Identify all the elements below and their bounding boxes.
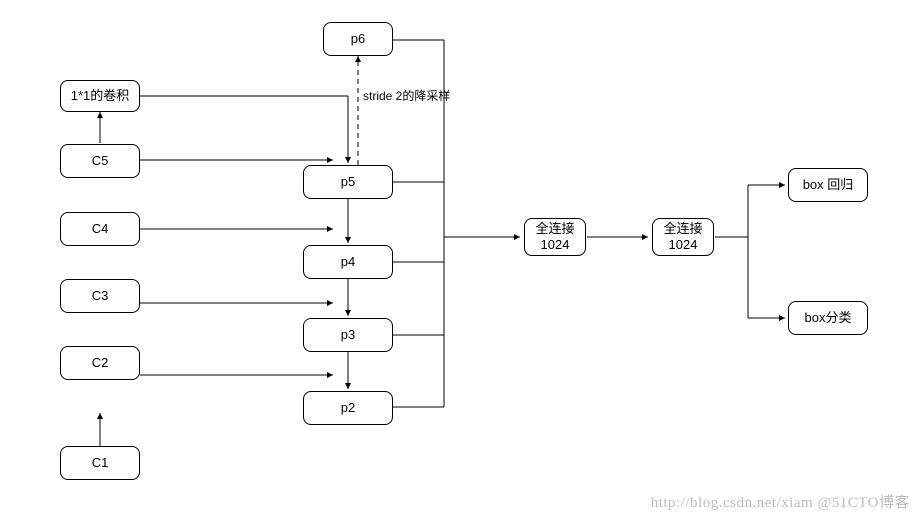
node-label: C5 (92, 153, 109, 169)
node-conv-1x1: 1*1的卷积 (60, 80, 140, 112)
label-stride2: stride 2的降采样 (363, 87, 450, 104)
node-label: 全连接 1024 (663, 221, 702, 252)
node-label: box分类 (805, 310, 852, 326)
node-label: box 回归 (803, 177, 854, 193)
node-p6: p6 (323, 22, 393, 56)
node-fc1: 全连接 1024 (524, 218, 586, 256)
node-c3: C3 (60, 279, 140, 313)
node-label: C1 (92, 455, 109, 471)
node-label: p6 (351, 31, 365, 47)
node-p4: p4 (303, 245, 393, 279)
node-c4: C4 (60, 212, 140, 246)
node-label: p4 (341, 254, 355, 270)
node-label: 1*1的卷积 (71, 88, 130, 104)
node-fc2: 全连接 1024 (652, 218, 714, 256)
node-p2: p2 (303, 391, 393, 425)
node-p5: p5 (303, 165, 393, 199)
node-p3: p3 (303, 318, 393, 352)
node-box-classification: box分类 (788, 301, 868, 335)
node-label: C3 (92, 288, 109, 304)
node-label: p3 (341, 327, 355, 343)
node-box-regression: box 回归 (788, 168, 868, 202)
node-c1: C1 (60, 446, 140, 480)
watermark-text: http://blog.csdn.net/xiam @51CTO博客 (651, 491, 910, 512)
node-label: C4 (92, 221, 109, 237)
node-c2: C2 (60, 346, 140, 380)
node-c5: C5 (60, 144, 140, 178)
node-label: 全连接 1024 (535, 221, 574, 252)
node-label: p5 (341, 174, 355, 190)
node-label: C2 (92, 355, 109, 371)
arrow-layer (0, 0, 920, 518)
node-label: p2 (341, 400, 355, 416)
